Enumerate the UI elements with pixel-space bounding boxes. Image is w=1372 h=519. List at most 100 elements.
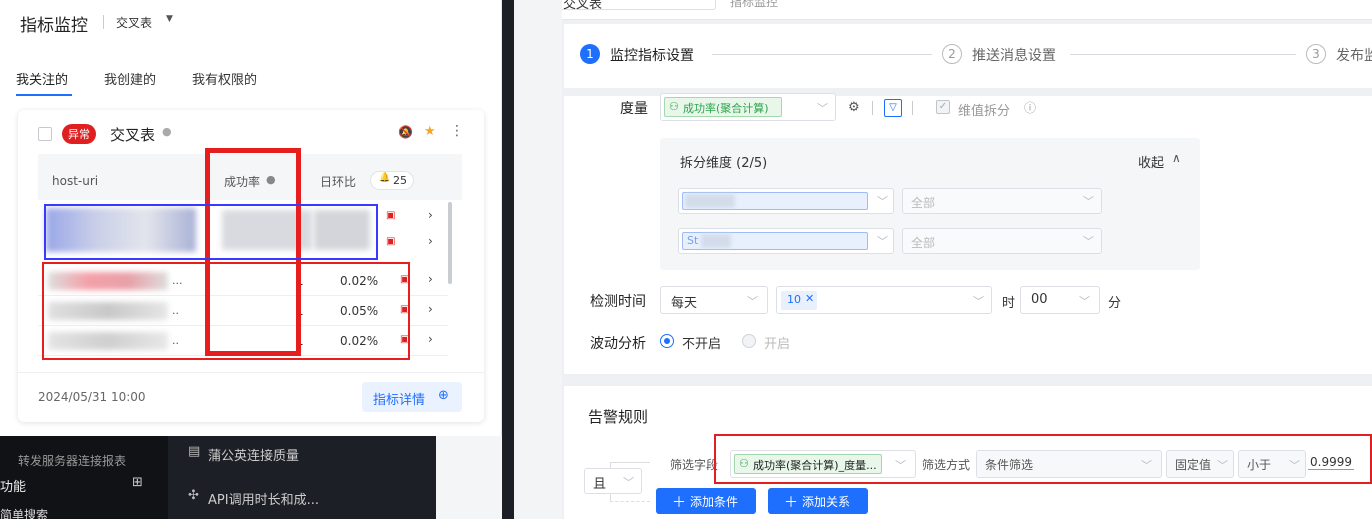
mute-bell-icon[interactable]: 🔕 — [398, 125, 413, 139]
card-footer-divider — [18, 372, 484, 373]
redacted-value — [701, 234, 731, 248]
info-icon: ● — [162, 125, 172, 138]
alert-title: 告警规则 — [588, 408, 649, 426]
step-1-num: 1 — [580, 44, 600, 64]
alert-bell-icon: ▣ — [386, 236, 396, 247]
chevron-up-icon[interactable]: ∧ — [1172, 151, 1181, 165]
radio-off[interactable] — [660, 334, 674, 348]
card-title: 交叉表 — [110, 126, 156, 144]
alert-highlight-box — [714, 434, 1372, 484]
left-panel: 指标监控 交叉表 ▼ 我关注的 我创建的 我有权限的 异常 交叉表 ● 🔕 ★ … — [0, 0, 502, 436]
top-strip: 交叉表 指标监控 — [502, 0, 1372, 20]
star-icon[interactable]: ★ — [424, 124, 436, 139]
count-badge: 🔔 25 — [370, 171, 414, 190]
arrow-circle-icon: ⊕ — [438, 388, 449, 403]
measure-chevron-icon: ﹀ — [817, 102, 828, 115]
measure-tag-icon: ⚇ — [669, 100, 679, 113]
bg-item-3[interactable]: 蒲公英连接质量 — [208, 445, 299, 464]
hour-tag-close-icon[interactable]: ✕ — [805, 292, 814, 305]
measure-tag: ⚇ 成功率(聚合计算) — [664, 97, 782, 117]
bell-icon: 🔔 — [379, 173, 391, 183]
tab-underline — [16, 94, 72, 96]
name-input-value: 交叉表 — [563, 0, 603, 12]
view-name[interactable]: 交叉表 — [116, 14, 152, 31]
hour-select[interactable]: 10 ✕ ﹀ — [776, 286, 992, 314]
plus-box-icon[interactable]: ⊞ — [132, 475, 143, 490]
radio-on[interactable] — [742, 334, 756, 348]
chevron-right-icon[interactable]: › — [428, 302, 433, 316]
measure-tag-text: 成功率(聚合计算) — [683, 102, 769, 115]
add-condition-button[interactable]: ＋ 添加条件 — [656, 488, 756, 514]
measure-label: 度量 — [620, 101, 648, 117]
frequency-chevron-icon: ﹀ — [747, 295, 758, 308]
app-title: 指标监控 — [20, 16, 88, 36]
measure-select[interactable]: ⚇ 成功率(聚合计算) ﹀ — [660, 93, 836, 121]
radio-on-label[interactable]: 开启 — [764, 333, 790, 352]
timestamp: 2024/05/31 10:00 — [38, 390, 146, 404]
redacted-value — [685, 194, 735, 208]
minute-unit: 分 — [1108, 296, 1122, 311]
chevron-right-icon[interactable]: › — [428, 272, 433, 286]
add-condition-label: 添加条件 — [690, 495, 739, 509]
status-badge: 异常 — [62, 124, 96, 144]
alert-bell-icon: ▣ — [386, 210, 396, 221]
filter-field-label: 筛选字段 — [670, 458, 719, 472]
col-host: host-uri — [52, 174, 99, 188]
chevron-right-icon[interactable]: › — [428, 332, 433, 346]
card-checkbox[interactable] — [38, 127, 52, 141]
metric-card: 异常 交叉表 ● 🔕 ★ ⋮ host-uri 成功率 ● 日环比 🔔 25 ▣… — [18, 110, 484, 422]
background-app: 转发服务器连接报表 功能 ⊞ 简单搜索 ▤ 蒲公英连接质量 ✣ API调用时长和… — [0, 436, 502, 519]
alert-card: 告警规则 且 ﹀ 筛选字段 ⚇ 成功率(聚合计算)_度量... ﹀ 筛选方式 条… — [564, 386, 1372, 519]
dim-select-1[interactable]: ﹀ — [678, 188, 894, 214]
separator-2 — [912, 101, 913, 115]
highlight-blue-box — [44, 204, 378, 260]
plus-icon: ＋ — [672, 495, 686, 511]
dim-filter-2-chevron-icon: ﹀ — [1083, 235, 1094, 248]
split-checkbox[interactable]: ✓ — [936, 100, 950, 114]
split-dimension-box: 拆分维度 (2/5) 收起 ∧ ﹀ 全部 ﹀ St ﹀ 全部 ﹀ — [660, 138, 1200, 270]
col-dod: 日环比 — [320, 175, 357, 189]
dim-tag-1 — [682, 192, 868, 210]
bg-item-2[interactable]: 功能 — [0, 476, 26, 495]
tab-permitted[interactable]: 我有权限的 — [192, 69, 257, 88]
details-button[interactable]: 指标详情 ⊕ — [362, 382, 462, 412]
dim-filter-2[interactable]: 全部 ﹀ — [902, 228, 1102, 254]
highlight-rows-box — [42, 262, 410, 360]
collapse-button[interactable]: 收起 — [1138, 152, 1164, 171]
hour-tag-value: 10 — [787, 293, 801, 306]
chevron-right-icon[interactable]: › — [428, 234, 433, 248]
logic-select[interactable]: 且 ﹀ — [584, 468, 642, 494]
minute-select[interactable]: 00 ﹀ — [1020, 286, 1100, 314]
frequency-select[interactable]: 每天 ﹀ — [660, 286, 768, 314]
dim-2-chevron-icon: ﹀ — [877, 235, 888, 248]
logic-value: 且 — [593, 477, 607, 492]
fluctuation-label: 波动分析 — [590, 336, 646, 352]
more-icon[interactable]: ⋮ — [450, 123, 464, 139]
dim-1-chevron-icon: ﹀ — [877, 195, 888, 208]
dim-filter-1[interactable]: 全部 ﹀ — [902, 188, 1102, 214]
tab-following[interactable]: 我关注的 — [16, 69, 68, 88]
add-relation-label: 添加关系 — [802, 495, 851, 509]
radio-off-label[interactable]: 不开启 — [682, 333, 721, 352]
dim-tag-2: St — [682, 232, 868, 250]
add-relation-button[interactable]: ＋ 添加关系 — [768, 488, 868, 514]
table-scrollbar[interactable] — [448, 202, 452, 284]
bg-item-1: 转发服务器连接报表 — [18, 454, 127, 468]
hour-tag: 10 ✕ — [781, 291, 817, 310]
tab-created[interactable]: 我创建的 — [104, 69, 156, 88]
dim-select-2[interactable]: St ﹀ — [678, 228, 894, 254]
chevron-right-icon[interactable]: › — [428, 208, 433, 222]
name-input[interactable]: 交叉表 — [554, 0, 716, 12]
filter-icon[interactable]: ▽ — [884, 99, 902, 117]
step-line-2 — [1070, 54, 1296, 55]
minute-chevron-icon: ﹀ — [1079, 295, 1090, 308]
dim-filter-1-chevron-icon: ﹀ — [1083, 195, 1094, 208]
caret-down-icon[interactable]: ▼ — [166, 14, 173, 24]
dim-filter-2-value: 全部 — [911, 236, 936, 250]
bg-item-4[interactable]: API调用时长和成... — [208, 489, 319, 508]
gear-icon[interactable]: ⚙ — [848, 100, 860, 115]
api-icon: ✣ — [188, 488, 199, 503]
step-3-label: 发布监 — [1336, 48, 1372, 64]
report-icon: ▤ — [188, 444, 201, 459]
count-value: 25 — [393, 174, 407, 187]
